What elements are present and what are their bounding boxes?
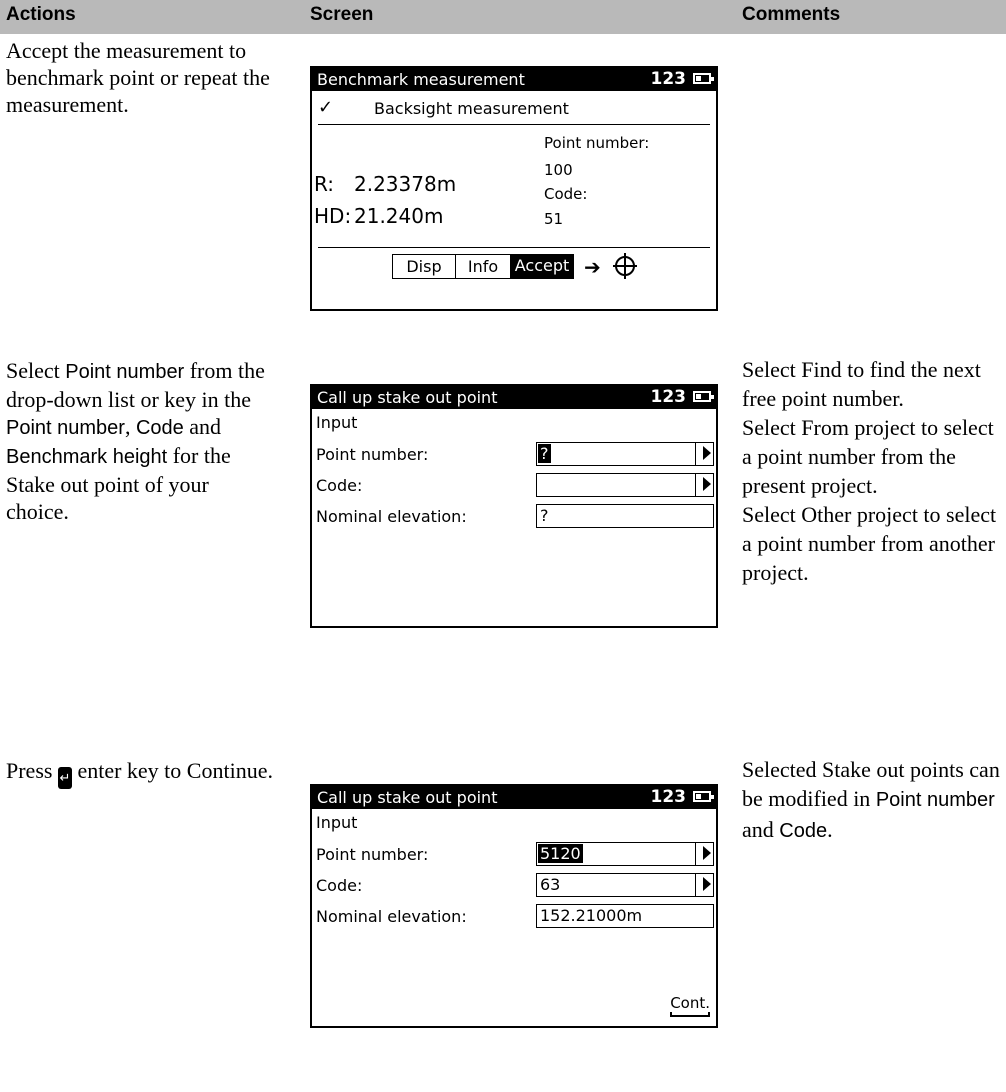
ui-term: Code — [779, 820, 828, 842]
section-label: Input — [316, 813, 358, 832]
dropdown-arrow-icon[interactable] — [695, 443, 713, 465]
comment-find: Select Find to find the next free point … — [742, 357, 981, 411]
point-number-label: Point number: — [544, 134, 650, 152]
subtitle: Backsight measurement — [374, 99, 569, 118]
point-number-label: Point number: — [316, 845, 429, 864]
benchmark-measurement-screen: Benchmark measurement 123 ✓ Backsight me… — [310, 66, 718, 311]
input-mode-badge: 123 — [650, 69, 687, 89]
continue-label: Cont. — [670, 994, 710, 1012]
ui-term: Benchmark height — [6, 446, 168, 468]
divider — [318, 247, 710, 248]
code-value: 63 — [540, 875, 561, 894]
target-crosshair-icon[interactable] — [612, 252, 638, 280]
code-field[interactable] — [536, 473, 714, 497]
disp-softkey[interactable]: Disp — [392, 254, 456, 279]
dropdown-arrow-icon[interactable] — [695, 474, 713, 496]
code-label: Code: — [544, 185, 588, 203]
battery-icon — [693, 73, 714, 84]
text: and — [742, 817, 780, 842]
accept-label: Accept — [514, 256, 570, 275]
screen-title-bar: Call up stake out point 123 — [312, 786, 716, 809]
hd-label: HD: — [314, 204, 352, 228]
point-number-label: Point number: — [316, 445, 429, 464]
input-mode-badge: 123 — [650, 787, 687, 807]
point-number-field[interactable]: ? — [536, 442, 714, 466]
code-field[interactable]: 63 — [536, 873, 714, 897]
point-number-value: 5120 — [538, 844, 583, 863]
divider — [318, 124, 710, 125]
dropdown-arrow-icon[interactable] — [695, 843, 713, 865]
nominal-elevation-value: 152.21000m — [540, 906, 643, 925]
hd-value: 21.240m — [354, 204, 444, 228]
battery-icon — [693, 791, 714, 802]
softkey-bracket — [670, 1012, 710, 1017]
point-number-field[interactable]: 5120 — [536, 842, 714, 866]
row2-comments: Select Find to find the next free point … — [742, 355, 1004, 587]
info-softkey[interactable]: Info — [455, 254, 511, 279]
r-value: 2.23378m — [354, 172, 457, 196]
ui-term: Point number — [65, 361, 185, 383]
row3-comment: Selected Stake out points can be modifie… — [742, 755, 1004, 846]
nominal-elevation-field[interactable]: ? — [536, 504, 714, 528]
dropdown-arrow-icon[interactable] — [695, 874, 713, 896]
header-comments: Comments — [742, 4, 841, 25]
continue-softkey[interactable]: Cont. — [670, 994, 710, 1017]
nominal-elevation-value: ? — [540, 506, 549, 525]
header-screen: Screen — [310, 4, 374, 25]
arrow-right-icon: ➔ — [584, 255, 601, 279]
section-label: Input — [316, 413, 358, 432]
screen-title: Call up stake out point — [317, 788, 498, 807]
header-actions: Actions — [6, 4, 76, 25]
nominal-elevation-label: Nominal elevation: — [316, 507, 467, 526]
ui-term: Point number — [875, 789, 995, 811]
nominal-elevation-label: Nominal elevation: — [316, 907, 467, 926]
input-mode-badge: 123 — [650, 387, 687, 407]
info-label: Info — [467, 257, 499, 276]
text: Select — [6, 358, 66, 383]
text: Press — [6, 758, 58, 783]
disp-label: Disp — [406, 257, 442, 276]
ui-term: Code — [135, 417, 184, 439]
point-number-value: ? — [538, 444, 551, 463]
text: . — [827, 817, 833, 842]
enter-key-icon: ↵ — [57, 767, 72, 789]
code-label: Code: — [316, 876, 363, 895]
screen-title-bar: Call up stake out point 123 — [312, 386, 716, 409]
r-label: R: — [314, 172, 335, 196]
call-up-stake-out-point-screen: Call up stake out point 123 Input Point … — [310, 384, 718, 628]
code-value: 51 — [544, 210, 564, 228]
text: , — [124, 414, 136, 439]
battery-icon — [693, 391, 714, 402]
screen-title: Call up stake out point — [317, 388, 498, 407]
row3-action-text: Press ↵ enter key to Continue. — [6, 757, 276, 789]
table-header: Actions Screen Comments — [0, 0, 1006, 34]
row1-action-text: Accept the measurement to benchmark poin… — [6, 38, 270, 117]
nominal-elevation-field[interactable]: 152.21000m — [536, 904, 714, 928]
point-number-value: 100 — [544, 161, 573, 179]
row2-action-text: Select Point number from the drop-down l… — [6, 357, 276, 525]
screen-title: Benchmark measurement — [317, 70, 525, 89]
text: and — [183, 414, 222, 439]
code-label: Code: — [316, 476, 363, 495]
accept-softkey[interactable]: Accept — [510, 254, 574, 279]
screen-title-bar: Benchmark measurement 123 — [312, 68, 716, 91]
ui-term: Point number — [6, 417, 125, 439]
call-up-stake-out-point-filled-screen: Call up stake out point 123 Input Point … — [310, 784, 718, 1028]
text: enter key to Continue. — [71, 758, 273, 783]
comment-from-project: Select From project to select a point nu… — [742, 415, 994, 498]
check-icon: ✓ — [318, 97, 334, 118]
comment-other-project: Select Other project to select a point n… — [742, 502, 997, 585]
